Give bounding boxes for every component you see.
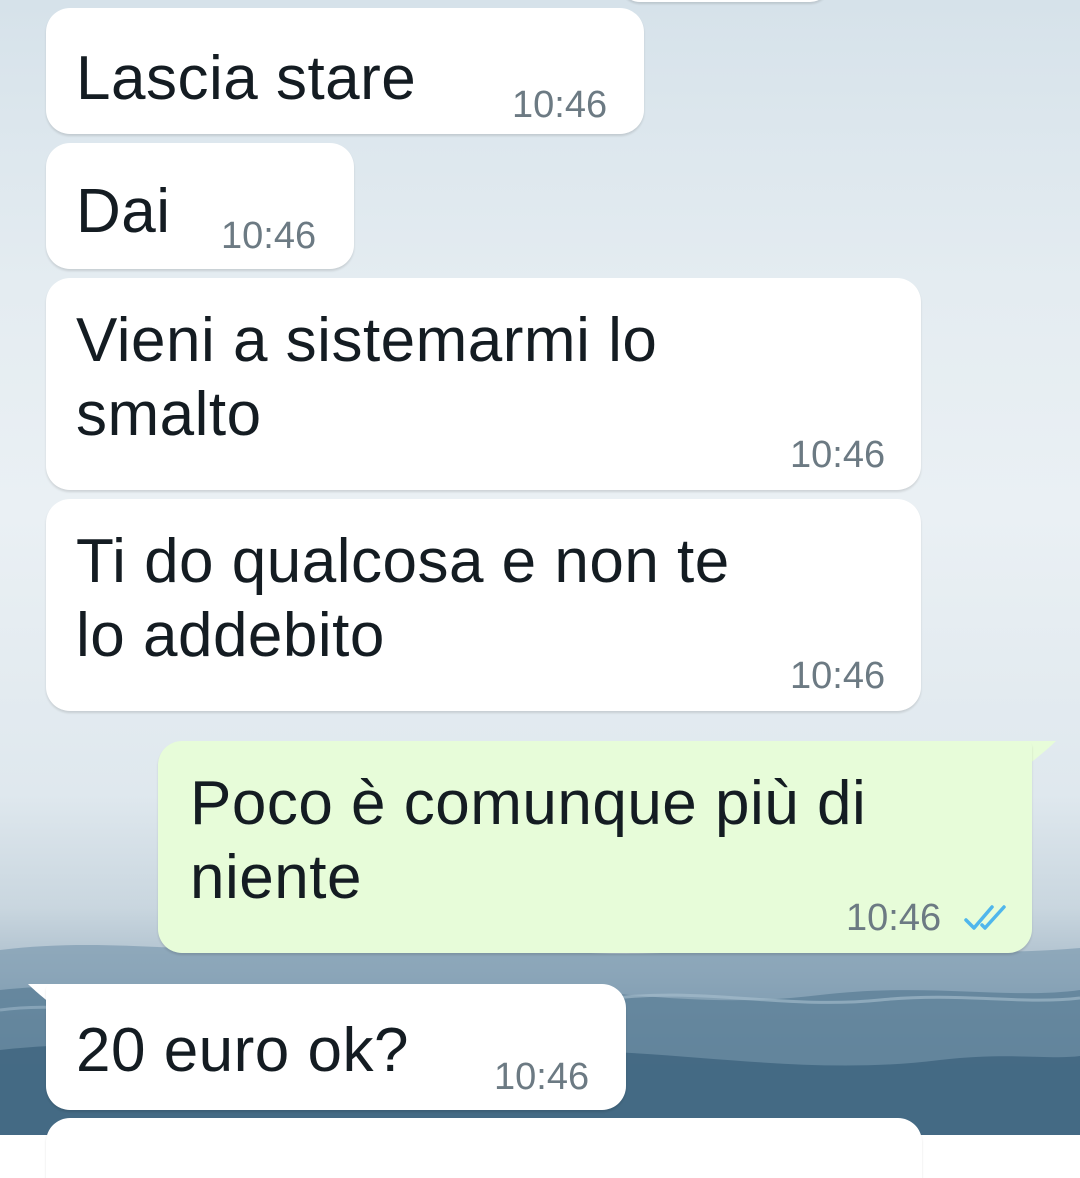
message-time: 10:46 (512, 84, 608, 126)
message-time: 10:46 (790, 655, 886, 697)
message-bubble-incoming[interactable]: 20 euro ok? 10:46 (46, 984, 626, 1110)
message-time: 10:46 (494, 1056, 590, 1098)
message-bubble-partial-bottom (46, 1118, 922, 1178)
message-text: Lascia stare (76, 44, 417, 113)
message-text: Poco è comunque più di niente (190, 769, 867, 912)
double-check-icon (964, 905, 1006, 930)
message-time: 10:46 (221, 215, 317, 257)
message-text: 20 euro ok? (76, 1016, 409, 1085)
message-bubble-incoming[interactable]: Lascia stare 10:46 (46, 8, 644, 134)
message-bubble-incoming[interactable]: Vieni a sistemarmi lo smalto 10:46 (46, 278, 921, 490)
message-text: Vieni a sistemarmi lo smalto (76, 306, 658, 449)
message-time: 10:46 (790, 434, 886, 476)
message-bubble-outgoing[interactable]: Poco è comunque più di niente 10:46 (158, 741, 1032, 953)
message-bubble-incoming[interactable]: Dai 10:46 (46, 143, 354, 269)
message-text: Dai (76, 177, 171, 246)
message-bubble-incoming[interactable]: Ti do qualcosa e non te lo addebito 10:4… (46, 499, 921, 711)
message-text: Ti do qualcosa e non te lo addebito (76, 527, 730, 670)
message-time: 10:46 (846, 897, 942, 939)
message-bubble-partial-top (620, 0, 830, 2)
